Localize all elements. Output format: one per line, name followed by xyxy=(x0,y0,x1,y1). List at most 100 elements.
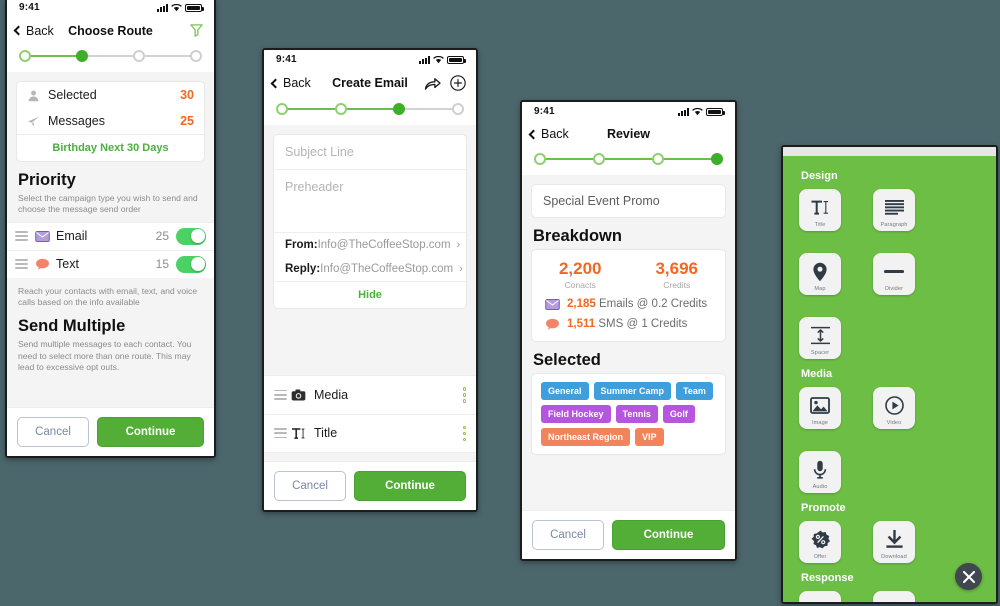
title-text-icon xyxy=(810,189,830,222)
wifi-icon xyxy=(692,107,703,116)
back-button[interactable]: Back xyxy=(13,24,54,38)
stepper-line xyxy=(282,108,458,110)
reply-label: Reply: xyxy=(285,263,321,275)
channel-value: 15 xyxy=(155,257,169,272)
content-area: Selected 30 Messages 25 Birthday Next 30… xyxy=(7,72,214,407)
continue-button[interactable]: Continue xyxy=(354,471,466,501)
close-icon[interactable] xyxy=(955,563,982,590)
reply-row[interactable]: Reply: Info@TheCoffeeStop.com › xyxy=(274,257,466,281)
step-dot-4[interactable] xyxy=(451,103,464,115)
step-dot-4[interactable] xyxy=(190,50,202,62)
badge-field-hockey[interactable]: Field Hockey xyxy=(541,405,611,423)
back-button[interactable]: Back xyxy=(270,76,311,90)
drag-handle-icon[interactable] xyxy=(274,428,287,439)
tile-caption: Download xyxy=(881,554,907,560)
tile-image[interactable]: Image xyxy=(799,387,841,429)
stat-contacts: 2,200 Conacts xyxy=(532,259,629,290)
chevron-right-icon: › xyxy=(459,263,463,275)
filter-icon[interactable] xyxy=(189,23,204,38)
cancel-button[interactable]: Cancel xyxy=(532,520,604,550)
tile-caption: Spacer xyxy=(810,350,830,356)
reply-value: Info@TheCoffeeStop.com xyxy=(320,263,454,275)
badge-general[interactable]: General xyxy=(541,382,589,400)
continue-button[interactable]: Continue xyxy=(97,417,204,447)
badge-northeast-region[interactable]: Northeast Region xyxy=(541,428,631,446)
badge-summer-camp[interactable]: Summer Camp xyxy=(593,382,672,400)
status-time: 9:41 xyxy=(19,2,40,13)
back-button[interactable]: Back xyxy=(528,127,569,141)
tile-paragraph[interactable]: Paragraph xyxy=(873,189,915,231)
chevron-left-icon xyxy=(13,25,24,36)
share-icon[interactable] xyxy=(424,76,441,91)
percent-badge-icon xyxy=(811,521,830,554)
step-dot-4[interactable] xyxy=(711,153,723,165)
group-title-promote: Promote xyxy=(801,502,846,514)
tile-divider[interactable]: Divider xyxy=(873,253,915,295)
chevron-right-icon: › xyxy=(456,239,461,251)
drag-handle-icon[interactable] xyxy=(15,259,28,270)
drag-handle-icon[interactable] xyxy=(274,389,287,400)
badge-vip[interactable]: VIP xyxy=(635,428,664,446)
cancel-button[interactable]: Cancel xyxy=(274,471,346,501)
block-label: Media xyxy=(314,387,349,402)
tile-spacer[interactable]: Spacer xyxy=(799,317,841,359)
step-dot-3[interactable] xyxy=(393,103,406,115)
tile-map[interactable]: Map xyxy=(799,253,841,295)
badge-tennis[interactable]: Tennis xyxy=(615,405,658,423)
from-row[interactable]: From: Info@TheCoffeeStop.com › xyxy=(274,233,466,257)
step-dot-3[interactable] xyxy=(133,50,145,62)
badge-golf[interactable]: Golf xyxy=(662,405,695,423)
channel-toggle-email[interactable] xyxy=(176,227,206,245)
tile-caption: Title xyxy=(814,222,826,228)
cancel-button[interactable]: Cancel xyxy=(17,417,89,447)
tile-video[interactable]: Video xyxy=(873,387,915,429)
hide-link[interactable]: Hide xyxy=(274,282,466,308)
campaign-name-input[interactable]: Special Event Promo xyxy=(531,184,726,218)
tile-group-media: Image Video Audio xyxy=(799,387,980,493)
phone-create-email: 9:41 Back Create Email Subject Line Preh… xyxy=(262,48,478,512)
birthday-filter-link[interactable]: Birthday Next 30 Days xyxy=(17,135,204,161)
preheader-input[interactable]: Preheader xyxy=(274,170,466,232)
step-dot-1[interactable] xyxy=(534,153,546,165)
tile-download[interactable]: Download xyxy=(873,521,915,563)
subject-input[interactable]: Subject Line xyxy=(274,135,466,169)
block-row-title[interactable]: Title xyxy=(264,414,476,453)
status-time: 9:41 xyxy=(276,54,297,65)
badge-team[interactable]: Team xyxy=(676,382,713,400)
step-dot-2[interactable] xyxy=(593,153,605,165)
channel-row-text[interactable]: Text 15 xyxy=(7,249,214,278)
summary-label: Messages xyxy=(48,114,105,128)
step-dot-1[interactable] xyxy=(276,103,288,115)
status-bar: 9:41 xyxy=(264,50,476,69)
block-options-icon[interactable] xyxy=(462,425,466,441)
summary-value: 25 xyxy=(180,114,194,128)
tile-audio[interactable]: Audio xyxy=(799,451,841,493)
step-dot-1[interactable] xyxy=(19,50,31,62)
step-dot-2[interactable] xyxy=(334,103,347,115)
channel-row-email[interactable]: Email 25 xyxy=(7,221,214,250)
stat-credits: 3,696 Credits xyxy=(629,259,726,290)
tile-title[interactable]: Title xyxy=(799,189,841,231)
tile-offer[interactable]: Offer xyxy=(799,521,841,563)
step-dot-3[interactable] xyxy=(652,153,664,165)
plus-circle-icon[interactable] xyxy=(450,75,466,91)
envelope-icon xyxy=(545,298,560,310)
tile-group-design: Title Paragraph Map Divider Spacer xyxy=(799,189,980,359)
summary-row-messages: Messages 25 xyxy=(17,108,204,134)
block-options-icon[interactable] xyxy=(462,387,466,403)
block-row-media[interactable]: Media xyxy=(264,375,476,415)
battery-icon xyxy=(185,3,204,12)
tile-question[interactable]: YES NO Question xyxy=(799,591,841,602)
chevron-left-icon xyxy=(528,129,539,139)
tile-feedback[interactable]: Feedback xyxy=(873,591,915,602)
channel-list: Email 25 Text 15 xyxy=(7,221,214,278)
tile-box: Paragraph xyxy=(873,189,915,231)
channel-toggle-text[interactable] xyxy=(176,255,206,273)
drag-handle-icon[interactable] xyxy=(15,231,28,242)
screen-review: 9:41 Back Review Special Event Promo Bre… xyxy=(522,102,735,559)
continue-button[interactable]: Continue xyxy=(612,520,725,550)
step-dot-2[interactable] xyxy=(76,50,88,62)
breakdown-line-sms: 1,511 SMS @ 1 Credits xyxy=(532,314,725,334)
nav-actions xyxy=(424,75,466,91)
tile-box: Spacer xyxy=(799,317,841,359)
